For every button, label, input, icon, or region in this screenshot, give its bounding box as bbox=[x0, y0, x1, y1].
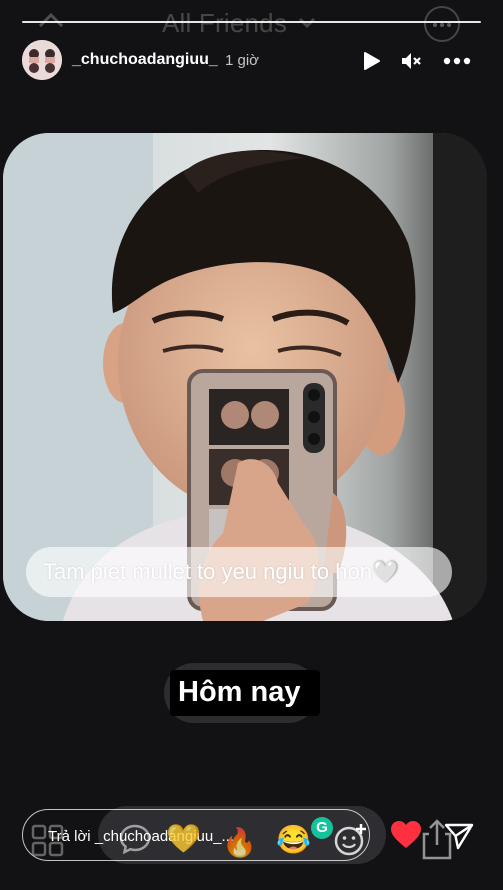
story-caption: Tam piet mullet to yeu ngiu to hon🤍 bbox=[26, 547, 452, 597]
reaction-fire[interactable]: 🔥 bbox=[222, 826, 257, 860]
reply-placeholder[interactable]: Trả lời _chuchoadangiuu_... bbox=[48, 828, 234, 845]
avatar[interactable] bbox=[22, 40, 62, 80]
reaction-laugh[interactable]: 😂 bbox=[276, 823, 311, 857]
story-username[interactable]: _chuchoadangiuu_ bbox=[72, 51, 218, 69]
background-top-bar: All Friends bbox=[0, 0, 503, 44]
play-icon[interactable] bbox=[360, 50, 382, 72]
grammarly-badge[interactable]: G bbox=[311, 817, 333, 839]
chevron-up-icon[interactable] bbox=[36, 6, 66, 36]
feed-filter-title[interactable]: All Friends bbox=[162, 8, 287, 39]
avatar-image bbox=[22, 40, 62, 80]
date-sticker-label: Hôm nay bbox=[178, 676, 301, 708]
reaction-heart-yellow[interactable]: 💛 bbox=[166, 822, 201, 856]
story-header: _chuchoadangiuu_ 1 giờ bbox=[22, 40, 485, 80]
more-dots-icon[interactable] bbox=[443, 50, 471, 72]
more-menu-icon[interactable] bbox=[424, 6, 460, 42]
story-timestamp: 1 giờ bbox=[225, 52, 260, 69]
send-icon[interactable] bbox=[444, 822, 474, 850]
chevron-down-icon bbox=[298, 17, 316, 29]
heart-icon[interactable] bbox=[390, 820, 422, 850]
add-emoji-icon[interactable] bbox=[332, 822, 368, 858]
volume-muted-icon[interactable] bbox=[400, 50, 422, 72]
